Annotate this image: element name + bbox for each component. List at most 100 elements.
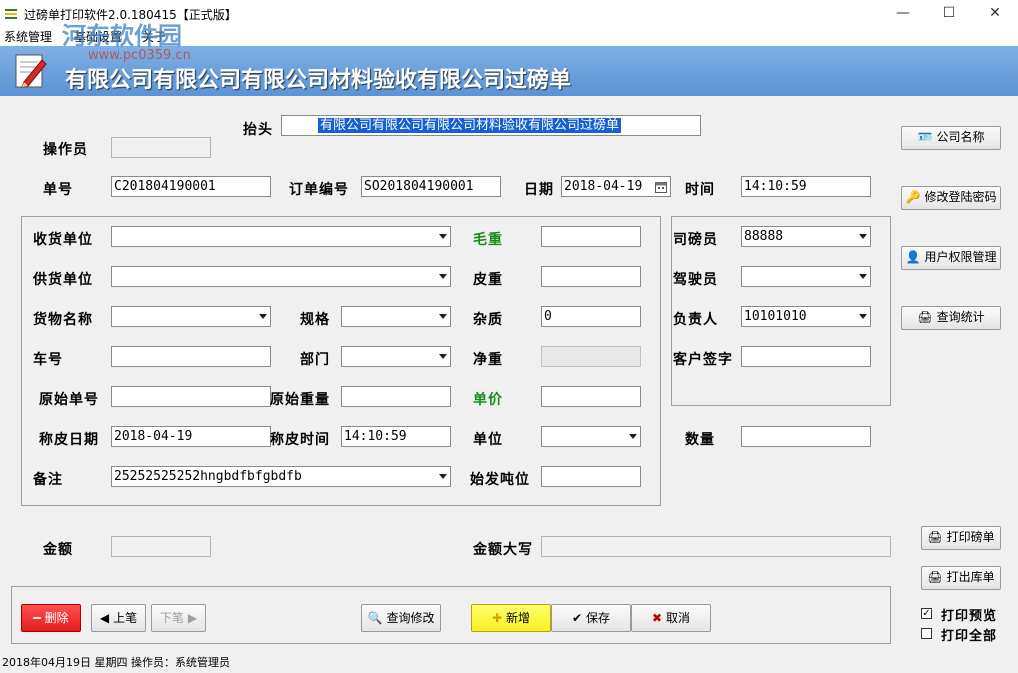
print-all-label: 打印全部 bbox=[941, 629, 998, 644]
print-preview-checkbox[interactable]: ✓ bbox=[921, 608, 932, 619]
remark-select[interactable]: 25252525252hngbdfbfgbdfb bbox=[111, 466, 451, 487]
manager-select[interactable]: 10101010 bbox=[741, 306, 871, 327]
next-label: 下笔 bbox=[159, 611, 184, 625]
remark-value: 25252525252hngbdfbfgbdfb bbox=[114, 469, 302, 484]
printer-icon: 🖨 bbox=[917, 310, 933, 324]
date-picker[interactable]: 2018-04-19 bbox=[561, 176, 671, 197]
calendar-icon[interactable] bbox=[655, 181, 667, 193]
supplier-select[interactable] bbox=[111, 266, 451, 287]
sign-label: 客户签字 bbox=[673, 352, 733, 368]
delete-button[interactable]: ━ 删除 bbox=[21, 604, 81, 632]
chevron-down-icon[interactable] bbox=[439, 314, 447, 319]
change-password-button[interactable]: 🔑 修改登陆密码 bbox=[901, 186, 1001, 210]
tare-date-input[interactable]: 2018-04-19 bbox=[111, 426, 271, 447]
query-edit-button[interactable]: 🔍 查询修改 bbox=[361, 604, 441, 632]
chevron-down-icon[interactable] bbox=[859, 314, 867, 319]
date-label: 日期 bbox=[524, 182, 554, 198]
main-window: 过磅单打印软件2.0.180415【正式版】 — ☐ ✕ 系统管理 基础设置 关… bbox=[0, 0, 1018, 673]
print-all-checkbox[interactable] bbox=[921, 628, 932, 639]
user-permission-button[interactable]: 👤 用户权限管理 bbox=[901, 246, 1001, 270]
company-name-label: 公司名称 bbox=[936, 130, 985, 144]
minus-icon: ━ bbox=[33, 611, 41, 625]
next-button[interactable]: 下笔 ▶ bbox=[151, 604, 206, 632]
start-ton-input[interactable] bbox=[541, 466, 641, 487]
amount-label: 金额 bbox=[43, 542, 73, 558]
tare-input[interactable] bbox=[541, 266, 641, 287]
printer-icon: 🖨 bbox=[927, 570, 943, 584]
driver-label: 驾驶员 bbox=[673, 272, 718, 288]
qty-input[interactable] bbox=[741, 426, 871, 447]
spec-select[interactable] bbox=[341, 306, 451, 327]
taitou-value: 有限公司有限公司有限公司材料验收有限公司过磅单 bbox=[318, 118, 622, 133]
pencil-note-icon bbox=[15, 54, 47, 88]
orig-weight-label: 原始重量 bbox=[270, 392, 330, 408]
cancel-button[interactable]: ✖ 取消 bbox=[631, 604, 711, 632]
print-preview-label: 打印预览 bbox=[941, 609, 998, 624]
prev-button[interactable]: ◀ 上笔 bbox=[91, 604, 146, 632]
weigher-select[interactable]: 88888 bbox=[741, 226, 871, 247]
menu-system[interactable]: 系统管理 bbox=[4, 28, 52, 45]
add-button[interactable]: ✚ 新增 bbox=[471, 604, 551, 632]
next-icon: ▶ bbox=[187, 611, 198, 625]
chevron-down-icon[interactable] bbox=[439, 274, 447, 279]
status-bar: 2018年04月19日 星期四 操作员：系统管理员 bbox=[2, 656, 230, 669]
orig-no-input[interactable] bbox=[111, 386, 271, 407]
taitou-label: 抬头 bbox=[243, 122, 273, 138]
receiver-select[interactable] bbox=[111, 226, 451, 247]
minimize-button[interactable]: — bbox=[880, 0, 926, 26]
time-input[interactable]: 14:10:59 bbox=[741, 176, 871, 197]
watermark-url: www.pc0359.cn bbox=[88, 48, 191, 63]
user-icon: 👤 bbox=[905, 250, 921, 264]
print-outbound-button[interactable]: 🖨 打出库单 bbox=[921, 566, 1001, 590]
chevron-down-icon[interactable] bbox=[859, 274, 867, 279]
operator-input bbox=[111, 137, 211, 158]
net-input bbox=[541, 346, 641, 367]
dept-select[interactable] bbox=[341, 346, 451, 367]
sign-input[interactable] bbox=[741, 346, 871, 367]
plate-input[interactable] bbox=[111, 346, 271, 367]
watermark-logo: 河东软件园 bbox=[62, 21, 182, 50]
save-button[interactable]: ✔ 保存 bbox=[551, 604, 631, 632]
spec-label: 规格 bbox=[300, 312, 330, 328]
net-label: 净重 bbox=[473, 352, 503, 368]
chevron-down-icon[interactable] bbox=[629, 434, 637, 439]
checkmark-icon: ✔ bbox=[571, 611, 583, 625]
chevron-down-icon[interactable] bbox=[439, 354, 447, 359]
app-icon bbox=[5, 9, 17, 19]
receiver-label: 收货单位 bbox=[33, 232, 93, 248]
unit-select[interactable] bbox=[541, 426, 641, 447]
tare-time-input[interactable]: 14:10:59 bbox=[341, 426, 451, 447]
maximize-button[interactable]: ☐ bbox=[926, 0, 972, 26]
qty-label: 数量 bbox=[685, 432, 715, 448]
print-ticket-button[interactable]: 🖨 打印磅单 bbox=[921, 526, 1001, 550]
po-no-input[interactable]: SO201804190001 bbox=[361, 176, 501, 197]
orig-weight-input[interactable] bbox=[341, 386, 451, 407]
price-input[interactable] bbox=[541, 386, 641, 407]
chevron-down-icon[interactable] bbox=[439, 234, 447, 239]
remark-label: 备注 bbox=[33, 472, 63, 488]
amount-cn-label: 金额大写 bbox=[473, 542, 533, 558]
driver-select[interactable] bbox=[741, 266, 871, 287]
impurity-input[interactable]: 0 bbox=[541, 306, 641, 327]
company-name-button[interactable]: 🪪 公司名称 bbox=[901, 126, 1001, 150]
taitou-input[interactable]: 有限公司有限公司有限公司材料验收有限公司过磅单 bbox=[281, 115, 701, 136]
close-button[interactable]: ✕ bbox=[972, 0, 1018, 26]
query-stats-button[interactable]: 🖨 查询统计 bbox=[901, 306, 1001, 330]
printer-icon: 🖨 bbox=[927, 530, 943, 544]
prev-label: 上笔 bbox=[113, 611, 138, 625]
chevron-down-icon[interactable] bbox=[439, 474, 447, 479]
gross-input[interactable] bbox=[541, 226, 641, 247]
print-outbound-label: 打出库单 bbox=[946, 570, 995, 584]
order-no-input[interactable]: C201804190001 bbox=[111, 176, 271, 197]
chevron-down-icon[interactable] bbox=[259, 314, 267, 319]
start-ton-label: 始发吨位 bbox=[470, 472, 530, 488]
unit-label: 单位 bbox=[473, 432, 503, 448]
date-value: 2018-04-19 bbox=[564, 179, 643, 194]
banner-title: 有限公司有限公司有限公司材料验收有限公司过磅单 bbox=[65, 67, 572, 93]
tare-label: 皮重 bbox=[473, 272, 503, 288]
goods-select[interactable] bbox=[111, 306, 271, 327]
chevron-down-icon[interactable] bbox=[859, 234, 867, 239]
orig-no-label: 原始单号 bbox=[39, 392, 99, 408]
search-icon: 🔍 bbox=[367, 611, 383, 625]
operator-label: 操作员 bbox=[43, 142, 88, 158]
